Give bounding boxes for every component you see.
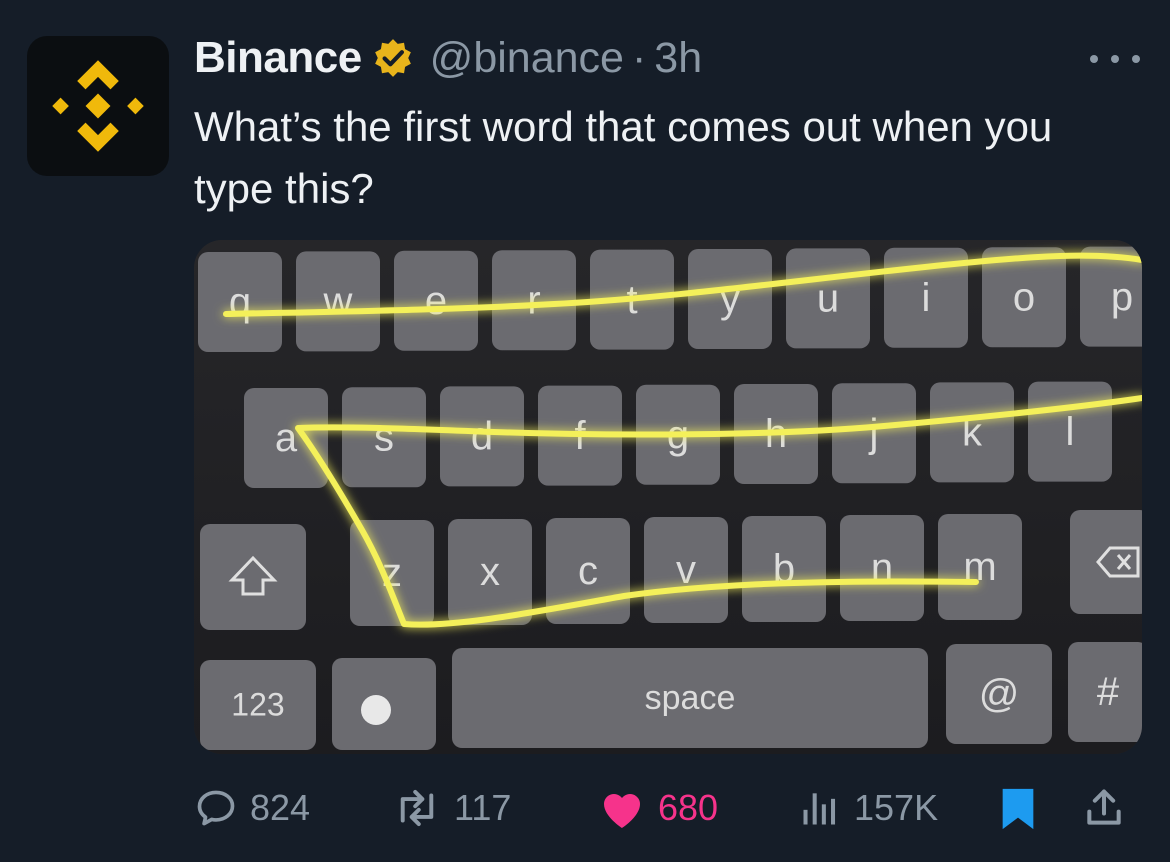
share-button[interactable]	[1082, 778, 1126, 838]
key-w-label: w	[323, 280, 353, 324]
key-a-label: a	[275, 416, 298, 460]
delete-key	[1070, 510, 1142, 614]
more-icon[interactable]	[1090, 44, 1140, 74]
retweet-count: 117	[454, 787, 512, 828]
space-key-label: space	[645, 679, 736, 717]
key-c-label: c	[578, 549, 598, 593]
key-d-label: d	[471, 415, 493, 459]
tweet-timestamp[interactable]: 3h	[654, 34, 702, 83]
emoji-icon	[361, 695, 391, 725]
author-handle[interactable]: @binance	[430, 34, 624, 83]
key-u-label: u	[817, 277, 839, 321]
binance-logo-icon	[52, 60, 144, 152]
reply-button[interactable]: 824	[194, 778, 310, 838]
key-r-label: r	[527, 278, 540, 322]
views-count: 157K	[854, 787, 939, 828]
share-icon	[1087, 789, 1121, 825]
keyboard-swipe-image: q w e r t y u i o pa s d f g h j k lz x c v b n m 123 space @ #	[194, 240, 1142, 754]
at-key-label: @	[979, 672, 1020, 716]
like-count: 680	[658, 787, 719, 828]
views-icon	[803, 793, 836, 825]
like-button[interactable]: 680	[598, 778, 718, 838]
key-y-label: y	[720, 277, 740, 321]
reply-count: 824	[250, 787, 311, 828]
key-q-label: q	[229, 280, 251, 324]
key-l-label: l	[1066, 410, 1075, 454]
separator-dot: ·	[631, 33, 647, 82]
views-button[interactable]: 157K	[798, 778, 938, 838]
hash-key-label: #	[1097, 670, 1120, 714]
key-o-label: o	[1013, 275, 1035, 319]
key-p-label: p	[1111, 275, 1133, 319]
retweet-button[interactable]: 117	[392, 778, 511, 838]
bookmark-icon	[1002, 788, 1034, 830]
key-s-label: s	[374, 415, 394, 459]
key-j-label: j	[869, 411, 879, 455]
tweet-actions: 824 117 680 157K	[194, 778, 1142, 838]
tweet-header: Binance @binance · 3h	[194, 30, 702, 86]
reply-icon	[197, 790, 235, 826]
key-e-label: e	[425, 279, 447, 323]
numbers-key-label: 123	[231, 687, 284, 723]
tweet-image[interactable]: qwertyuiopasdfghjklzxcvbnm 123 space @ #	[194, 240, 1142, 754]
verified-badge-icon[interactable]	[372, 37, 414, 79]
heart-icon	[604, 794, 640, 828]
author-name[interactable]: Binance	[194, 33, 362, 83]
tweet-text: What’s the first word that comes out whe…	[194, 103, 1053, 212]
key-x-label: x	[480, 550, 500, 594]
avatar[interactable]	[27, 36, 169, 176]
retweet-icon	[400, 789, 434, 827]
bookmark-button[interactable]	[998, 778, 1038, 838]
key-i-label: i	[922, 276, 931, 320]
shift-key	[200, 524, 306, 630]
